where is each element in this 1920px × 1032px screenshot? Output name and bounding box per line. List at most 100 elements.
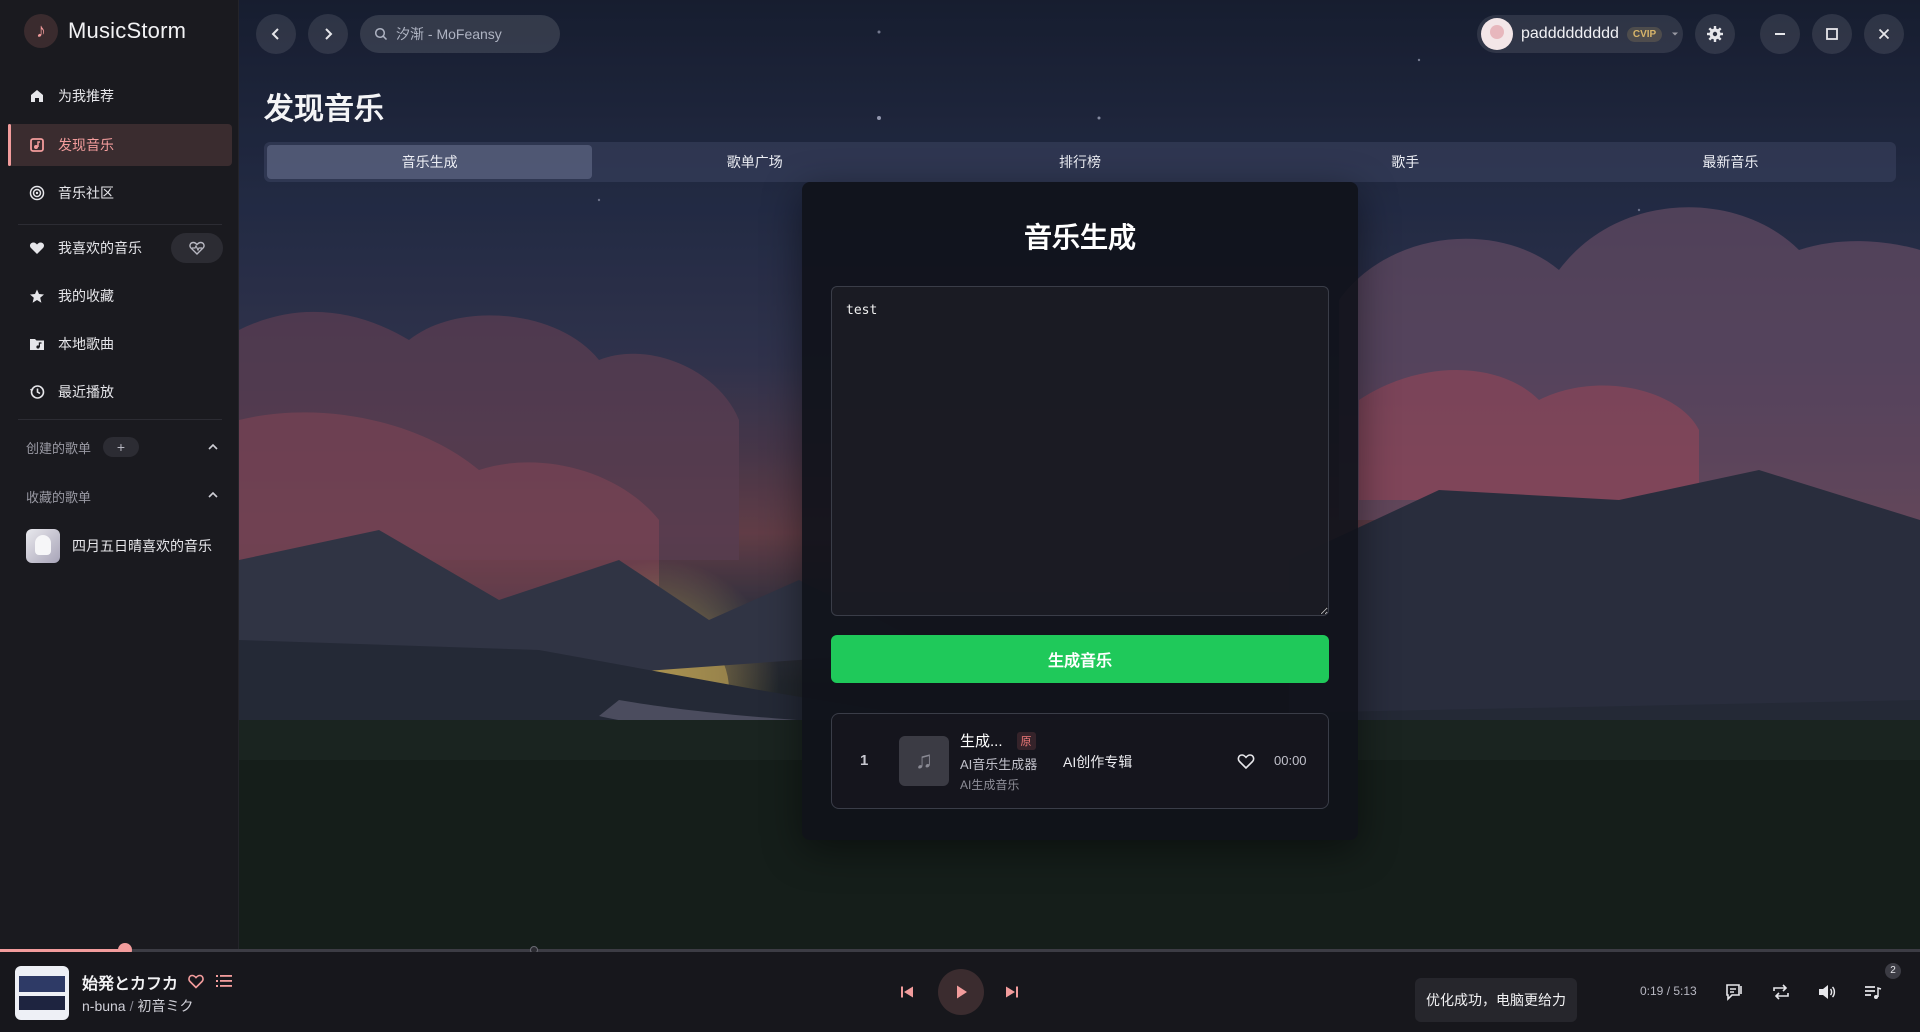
sidebar-divider bbox=[18, 224, 222, 225]
star-icon bbox=[28, 287, 46, 305]
now-playing-title[interactable]: 始発とカフカ bbox=[82, 970, 178, 994]
discover-icon bbox=[28, 136, 46, 154]
repeat-button[interactable] bbox=[1769, 980, 1793, 1004]
history-icon bbox=[28, 383, 46, 401]
search-box[interactable] bbox=[360, 15, 560, 53]
heartbeat-mode-button[interactable] bbox=[171, 233, 223, 263]
artist-separator: / bbox=[129, 998, 134, 1014]
generate-music-button[interactable]: 生成音乐 bbox=[831, 635, 1329, 683]
sidebar-item-label: 最近播放 bbox=[58, 384, 114, 400]
queue-count-badge: 2 bbox=[1885, 963, 1901, 979]
folder-music-icon bbox=[28, 335, 46, 353]
sidebar-item-community[interactable]: 音乐社区 bbox=[8, 172, 232, 214]
app-name: MusicStorm bbox=[68, 18, 187, 43]
sidebar-item-discover[interactable]: 发现音乐 bbox=[8, 124, 232, 166]
song-artist[interactable]: AI音乐生成器 bbox=[960, 754, 1037, 773]
sidebar: ♪ MusicStorm 为我推荐 发现音乐 音乐社区 我喜欢的音乐 我的收藏 bbox=[0, 0, 239, 952]
song-index: 1 bbox=[860, 752, 869, 769]
sidebar-item-label: 我喜欢的音乐 bbox=[58, 240, 142, 256]
minimize-button[interactable] bbox=[1760, 14, 1800, 54]
song-title[interactable]: 生成... bbox=[960, 730, 1003, 751]
play-button[interactable] bbox=[938, 969, 984, 1015]
sidebar-item-local[interactable]: 本地歌曲 bbox=[8, 323, 232, 365]
username: paddddddddd bbox=[1521, 25, 1619, 42]
page-title: 发现音乐 bbox=[264, 93, 384, 126]
heart-icon bbox=[28, 239, 46, 257]
previous-button[interactable] bbox=[895, 980, 919, 1004]
sidebar-item-label: 本地歌曲 bbox=[58, 336, 114, 352]
playlist-name: 四月五日晴喜欢的音乐 bbox=[72, 538, 212, 554]
volume-icon bbox=[1819, 985, 1836, 999]
lyrics-button[interactable] bbox=[1723, 980, 1747, 1004]
next-button[interactable] bbox=[1000, 980, 1024, 1004]
created-playlists-header: 创建的歌单 + bbox=[26, 437, 140, 457]
sidebar-item-history[interactable]: 最近播放 bbox=[8, 371, 232, 413]
close-button[interactable] bbox=[1864, 14, 1904, 54]
user-menu[interactable]: paddddddddd CVIP bbox=[1477, 15, 1683, 53]
tab-playlist-plaza[interactable]: 歌单广场 bbox=[592, 145, 917, 179]
maximize-button[interactable] bbox=[1812, 14, 1852, 54]
artist-link[interactable]: n-buna bbox=[82, 998, 126, 1014]
podcast-icon bbox=[28, 184, 46, 202]
generator-title: 音乐生成 bbox=[1023, 222, 1136, 253]
music-note-icon: ♫ bbox=[915, 747, 933, 774]
caret-down-icon bbox=[1672, 32, 1679, 36]
app-logo[interactable]: ♪ MusicStorm bbox=[24, 14, 186, 48]
maximize-icon bbox=[1826, 28, 1838, 40]
prompt-textarea[interactable] bbox=[831, 286, 1329, 616]
collected-playlists-title: 收藏的歌单 bbox=[26, 490, 92, 505]
sidebar-item-liked[interactable]: 我喜欢的音乐 bbox=[8, 227, 168, 269]
tab-charts[interactable]: 排行榜 bbox=[917, 145, 1242, 179]
collected-playlists-header: 收藏的歌单 bbox=[26, 487, 91, 506]
song-subtitle: AI生成音乐 bbox=[960, 778, 1020, 792]
song-title-group: 生成... 原 bbox=[960, 730, 1036, 751]
close-icon bbox=[1878, 28, 1890, 40]
tab-music-generation[interactable]: 音乐生成 bbox=[267, 145, 593, 179]
volume-button[interactable] bbox=[1815, 980, 1839, 1004]
sidebar-item-collection[interactable]: 我的收藏 bbox=[8, 275, 232, 317]
repeat-icon bbox=[1773, 984, 1789, 1000]
sidebar-item-recommend[interactable]: 为我推荐 bbox=[8, 75, 232, 117]
sidebar-item-label: 我的收藏 bbox=[58, 288, 114, 304]
play-icon bbox=[957, 985, 967, 999]
heart-outline-icon[interactable] bbox=[1236, 751, 1256, 771]
artist-link[interactable]: 初音ミク bbox=[137, 998, 193, 1014]
created-playlists-title: 创建的歌单 bbox=[26, 440, 92, 456]
queue-icon bbox=[1865, 986, 1882, 999]
create-playlist-button[interactable]: + bbox=[103, 437, 140, 457]
sidebar-item-label: 音乐社区 bbox=[58, 185, 114, 201]
music-generator-card: 音乐生成 生成音乐 1 ♫ 生成... 原 AI音乐生成器 AI生成音乐 AI创… bbox=[802, 182, 1358, 840]
queue-button[interactable] bbox=[1861, 980, 1885, 1004]
forward-button[interactable] bbox=[308, 14, 348, 54]
gear-icon bbox=[1707, 26, 1723, 42]
skip-previous-icon bbox=[901, 986, 913, 998]
music-note-logo-icon: ♪ bbox=[24, 14, 58, 48]
generated-song-row[interactable]: 1 ♫ 生成... 原 AI音乐生成器 AI生成音乐 AI创作专辑 00:00 bbox=[831, 713, 1329, 809]
sidebar-playlist-item[interactable]: 四月五日晴喜欢的音乐 bbox=[26, 529, 212, 563]
heart-outline-icon[interactable] bbox=[187, 972, 205, 990]
chevron-up-icon[interactable] bbox=[206, 488, 220, 502]
song-album[interactable]: AI创作专辑 bbox=[1063, 752, 1132, 772]
search-input[interactable] bbox=[396, 26, 546, 42]
playlist-icon[interactable] bbox=[215, 972, 233, 990]
tab-artists[interactable]: 歌手 bbox=[1243, 145, 1568, 179]
minimize-icon bbox=[1775, 33, 1785, 35]
playlist-cover bbox=[26, 529, 60, 563]
avatar[interactable] bbox=[1481, 18, 1513, 50]
song-duration: 00:00 bbox=[1274, 753, 1307, 768]
tab-bar: 音乐生成 歌单广场 排行榜 歌手 最新音乐 bbox=[264, 142, 1896, 182]
sidebar-item-label: 为我推荐 bbox=[58, 88, 114, 104]
back-button[interactable] bbox=[256, 14, 296, 54]
chevron-right-icon bbox=[325, 28, 333, 40]
chevron-up-icon[interactable] bbox=[206, 440, 220, 454]
home-icon bbox=[28, 87, 46, 105]
now-playing-cover[interactable] bbox=[15, 966, 69, 1020]
heartbeat-icon bbox=[189, 241, 205, 255]
sidebar-divider bbox=[18, 419, 222, 420]
now-playing-artists: n-buna / 初音ミク bbox=[82, 996, 193, 1016]
vip-badge: CVIP bbox=[1626, 26, 1663, 42]
sidebar-item-label: 发现音乐 bbox=[58, 137, 114, 153]
search-icon bbox=[374, 27, 388, 41]
tab-new-music[interactable]: 最新音乐 bbox=[1568, 145, 1893, 179]
settings-button[interactable] bbox=[1695, 14, 1735, 54]
